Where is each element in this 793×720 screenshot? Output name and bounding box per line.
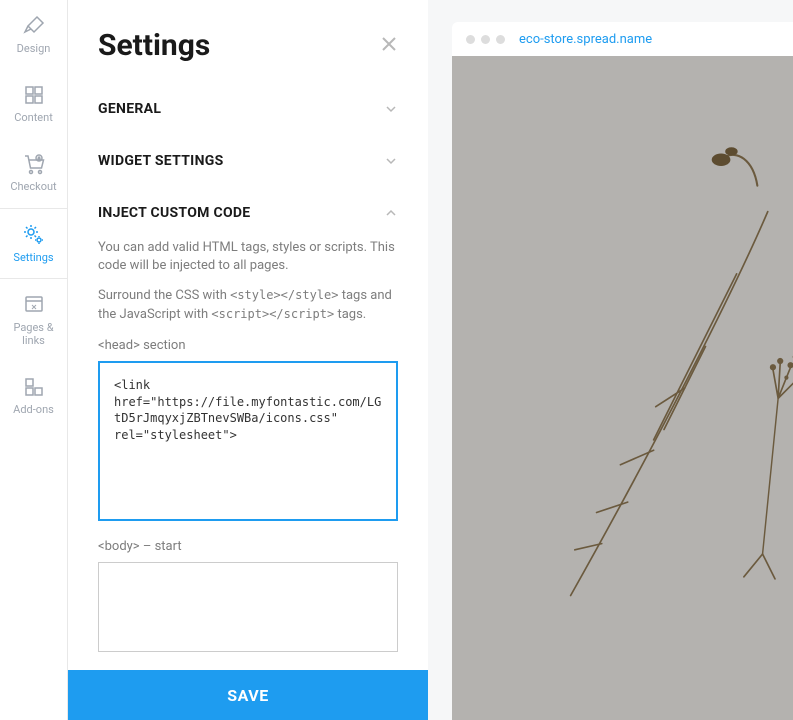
- save-button[interactable]: SAVE: [68, 670, 428, 720]
- dot-icon: [466, 35, 475, 44]
- settings-panel: Settings GENERAL WIDGET SETTINGS INJECT …: [68, 0, 428, 720]
- body-start-input[interactable]: [98, 562, 398, 652]
- pages-icon: [22, 293, 46, 317]
- section-widget[interactable]: WIDGET SETTINGS: [68, 135, 428, 187]
- sidebar-item-content[interactable]: Content: [0, 69, 67, 138]
- sidebar-item-label: Add-ons: [13, 403, 54, 416]
- inject-desc-1: You can add valid HTML tags, styles or s…: [98, 239, 398, 275]
- gear-icon: [22, 223, 46, 247]
- window-dots: [466, 35, 505, 44]
- sidebar-item-label: Settings: [13, 251, 53, 264]
- section-inject[interactable]: INJECT CUSTOM CODE: [68, 187, 428, 239]
- inject-section-body: You can add valid HTML tags, styles or s…: [68, 239, 428, 676]
- head-section-input[interactable]: [98, 361, 398, 521]
- left-sidebar: Design Content $ Checkout Settings Pages…: [0, 0, 68, 720]
- plant-illustration: [452, 56, 793, 720]
- cart-icon: $: [22, 152, 46, 176]
- section-general[interactable]: GENERAL: [68, 83, 428, 135]
- chevron-down-icon: [384, 154, 398, 168]
- url-display: eco-store.spread.name: [519, 32, 652, 47]
- sidebar-item-checkout[interactable]: $ Checkout: [0, 138, 67, 207]
- section-title: INJECT CUSTOM CODE: [98, 205, 251, 221]
- sidebar-item-settings[interactable]: Settings: [0, 208, 67, 279]
- brush-icon: [22, 14, 46, 38]
- preview-image: [452, 56, 793, 720]
- chevron-down-icon: [384, 102, 398, 116]
- sidebar-item-label: Content: [14, 111, 53, 124]
- sidebar-item-label: Checkout: [10, 180, 56, 193]
- browser-bar: eco-store.spread.name: [452, 22, 793, 56]
- inject-desc-2: Surround the CSS with <style></style> ta…: [98, 287, 398, 323]
- sidebar-item-label: Pages & links: [4, 321, 63, 347]
- section-title: WIDGET SETTINGS: [98, 153, 224, 169]
- body-start-label: <body> – start: [98, 539, 398, 554]
- head-section-label: <head> section: [98, 338, 398, 353]
- dot-icon: [481, 35, 490, 44]
- preview-pane: eco-store.spread.name: [428, 0, 793, 720]
- sidebar-item-addons[interactable]: Add-ons: [0, 361, 67, 430]
- grid-icon: [22, 83, 46, 107]
- addons-icon: [22, 375, 46, 399]
- close-icon: [380, 35, 398, 53]
- panel-title: Settings: [98, 28, 210, 63]
- sidebar-item-design[interactable]: Design: [0, 0, 67, 69]
- panel-header: Settings: [68, 0, 428, 83]
- dot-icon: [496, 35, 505, 44]
- chevron-up-icon: [384, 206, 398, 220]
- close-button[interactable]: [380, 35, 398, 57]
- sidebar-item-pages[interactable]: Pages & links: [0, 279, 67, 361]
- sidebar-item-label: Design: [17, 42, 51, 55]
- section-title: GENERAL: [98, 101, 161, 117]
